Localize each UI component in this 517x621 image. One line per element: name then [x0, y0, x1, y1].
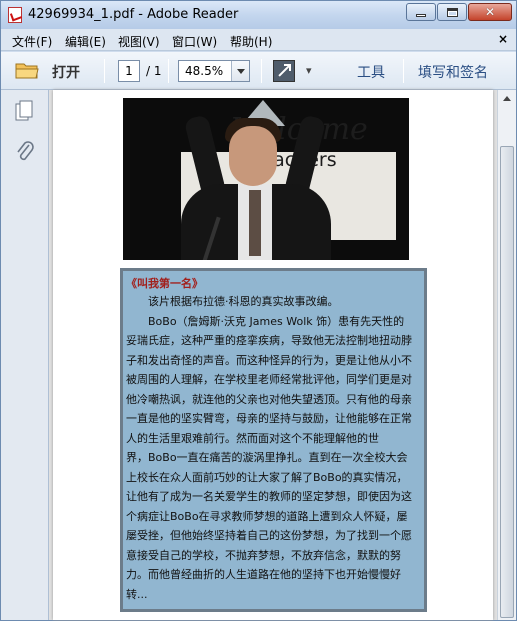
page-number-input[interactable]: 1 [118, 60, 140, 82]
menu-file[interactable]: 文件(F) [12, 33, 52, 50]
toolbar-divider [104, 59, 105, 83]
minimize-icon [416, 13, 426, 17]
menu-edit[interactable]: 编辑(E) [65, 33, 106, 50]
synopsis-line: 屡受挫，但他始终坚持着自己的这份梦想，为了找到一个愿 [126, 529, 412, 542]
zoom-value: 48.5% [185, 64, 224, 78]
scroll-thumb[interactable] [500, 146, 514, 618]
face [229, 126, 277, 186]
chevron-down-icon[interactable] [231, 61, 249, 81]
synopsis-line: 意接受自己的学校，不抛弃梦想，不放弃信念，默默的努 [126, 548, 401, 562]
menu-view[interactable]: 视图(V) [118, 33, 160, 50]
window-controls: ✕ [406, 3, 512, 21]
adobe-reader-icon [8, 7, 22, 23]
menu-help[interactable]: 帮助(H) [230, 33, 272, 50]
reader-window: 42969934_1.pdf - Adobe Reader ✕ 文件(F) 编辑… [0, 0, 517, 621]
menu-window[interactable]: 窗口(W) [172, 33, 217, 50]
tools-button[interactable]: 工具 [357, 62, 385, 82]
document-view[interactable]: Welcome Teachers 《叫我第一名》 该片根据布拉德·科恩的真实故事… [49, 90, 497, 620]
scroll-up-icon[interactable] [500, 92, 514, 106]
synopsis-line: 子和发出奇怪的声音。而这种怪异的行为，更是让他从小不 [126, 353, 412, 367]
pdf-page: Welcome Teachers 《叫我第一名》 该片根据布拉德·科恩的真实故事… [53, 90, 493, 620]
fill-sign-button[interactable]: 填写和签名 [418, 62, 488, 82]
pages-icon[interactable] [15, 100, 33, 122]
movie-still-image: Welcome Teachers [123, 98, 409, 260]
toolbar-divider [261, 59, 262, 83]
toolbar-divider [168, 59, 169, 83]
close-document-button[interactable]: × [498, 32, 508, 46]
maximize-icon [446, 7, 458, 17]
navigation-panel [1, 90, 49, 620]
vertical-scrollbar[interactable] [497, 90, 516, 620]
title-bar: 42969934_1.pdf - Adobe Reader ✕ [1, 1, 516, 29]
synopsis-line: 人的生活里艰难前行。然而面对这个不能理解他的世 [126, 431, 379, 445]
synopsis-line: 妥瑞氏症，这种严重的痉挛疾病，导致他无法控制地扭动脖 [126, 334, 412, 347]
zoom-select[interactable]: 48.5% [178, 60, 250, 82]
window-title: 42969934_1.pdf - Adobe Reader [28, 7, 239, 22]
synopsis-line: 让他有了成为一名关爱学生的教师的坚定梦想，即使因为这 [126, 490, 412, 503]
synopsis-line: 被周围的人理解，在学校里老师经常批评他，同学们更是对 [126, 373, 412, 386]
close-icon: ✕ [484, 5, 496, 19]
synopsis-line: 力。而他曾经曲折的人生道路在他的坚持下也开始慢慢好 [126, 568, 401, 581]
synopsis-line: 转... [126, 587, 148, 601]
synopsis-title: 《叫我第一名》 [126, 277, 203, 290]
minimize-button[interactable] [406, 3, 436, 21]
folder-open-icon[interactable] [15, 61, 39, 79]
synopsis-line: 一直是他的坚实臂弯，母亲的坚持与鼓励，让他能够在正常 [126, 412, 412, 425]
toolbar: 打开 1 / 1 48.5% ▾ 工具 填写和签名 [1, 52, 516, 90]
synopsis-box: 《叫我第一名》 该片根据布拉德·科恩的真实故事改编。 BoBo（詹姆斯·沃克 J… [120, 268, 427, 612]
synopsis-line: BoBo（詹姆斯·沃克 James Wolk 饰）患有先天性的 [126, 314, 405, 328]
synopsis-body: 该片根据布拉德·科恩的真实故事改编。 BoBo（詹姆斯·沃克 James Wol… [126, 292, 421, 604]
tie [249, 190, 261, 256]
toolbar-divider [403, 59, 404, 83]
maximize-button[interactable] [437, 3, 467, 21]
fit-window-icon[interactable] [273, 60, 295, 82]
synopsis-line: 该片根据布拉德·科恩的真实故事改编。 [126, 295, 339, 308]
more-tools-icon[interactable]: ▾ [306, 64, 312, 77]
paperclip-icon[interactable] [15, 140, 35, 164]
close-window-button[interactable]: ✕ [468, 3, 512, 21]
synopsis-line: 他冷嘲热讽，就连他的父亲也对他失望透顶。只有他的母亲 [126, 392, 412, 406]
synopsis-line: 上校长在众人面前巧妙的让大家了解了BoBo的真实情况， [126, 470, 408, 484]
synopsis-line: 界，BoBo一直在痛苦的漩涡里挣扎。直到在一次全校大会 [126, 451, 408, 464]
page-total: / 1 [146, 64, 162, 78]
synopsis-line: 个病症让BoBo在寻求教师梦想的道路上遭到众人怀疑，屡 [126, 509, 408, 523]
open-button[interactable]: 打开 [52, 62, 80, 82]
menu-bar: 文件(F) 编辑(E) 视图(V) 窗口(W) 帮助(H) × [1, 29, 516, 51]
